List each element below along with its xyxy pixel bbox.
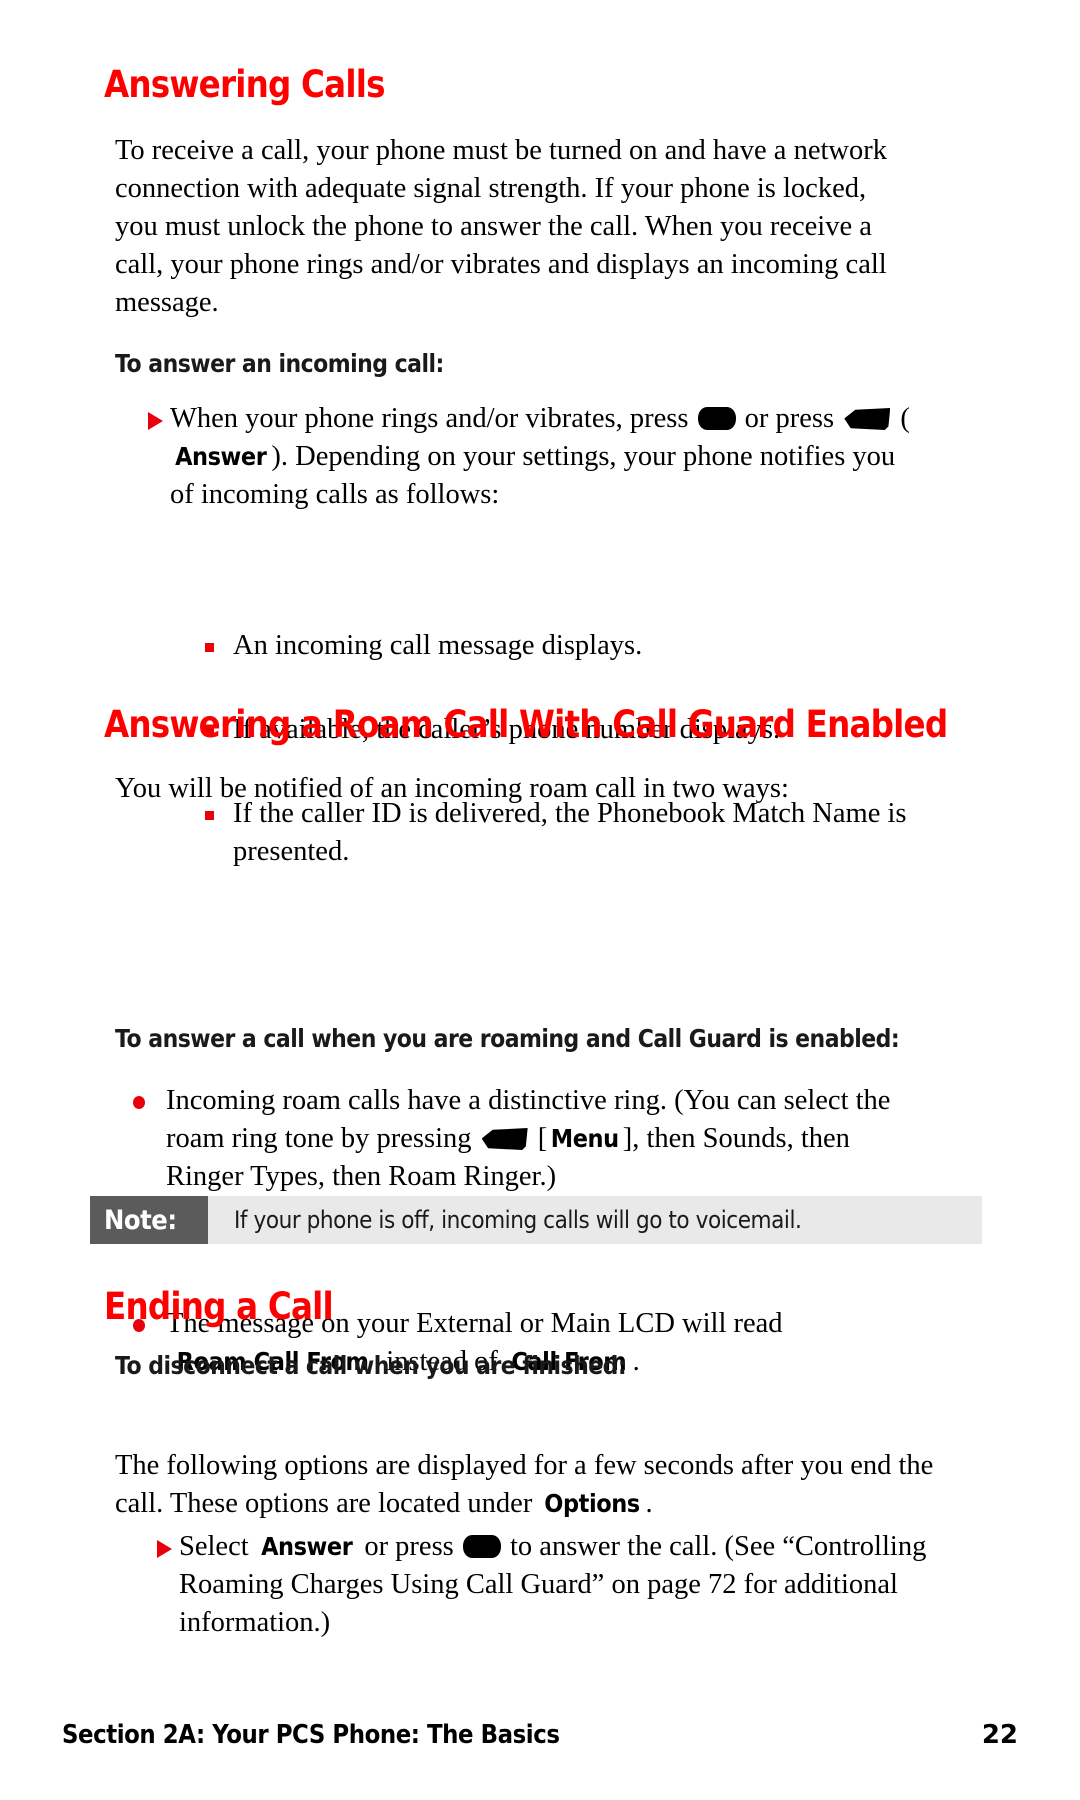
ending-call-paragraph-part1: The following options are displayed for … <box>115 1450 934 1519</box>
square-bullet-icon <box>205 643 214 652</box>
step-text-part3: ( <box>900 403 910 434</box>
talk-key-icon <box>462 1535 501 1558</box>
answering-calls-intro: To receive a call, your phone must be tu… <box>115 135 887 318</box>
triangle-bullet-icon <box>157 1540 172 1558</box>
sub-bullet-text: An incoming call message displays. <box>233 630 643 661</box>
roam-step-part2: or press <box>364 1531 454 1562</box>
page-title-answering-calls: Answering Calls <box>104 63 385 106</box>
softkey-icon <box>844 408 891 430</box>
subheading-to-answer-an-incoming-call: To answer an incoming call: <box>115 349 444 378</box>
square-bullet-icon <box>205 811 214 820</box>
note-label: Note: <box>90 1196 208 1244</box>
roam-call-intro: You will be notified of an incoming roam… <box>115 773 789 804</box>
subheading-to-answer-roaming-call-guard: To answer a call when you are roaming an… <box>115 1024 900 1053</box>
step-text-part1: When your phone rings and/or vibrates, p… <box>170 403 689 434</box>
round-bullet-icon <box>133 1096 145 1109</box>
menu-key-label: Menu <box>551 1124 619 1153</box>
note-box: Note: If your phone is off, incoming cal… <box>90 1196 982 1244</box>
ending-call-paragraph-part2: . <box>645 1488 653 1519</box>
step-text-part4: ). Depending on your settings, your phon… <box>170 441 896 510</box>
talk-key-icon <box>697 407 736 430</box>
roam-step-part1: Select <box>179 1531 249 1562</box>
options-menu-label: Options <box>544 1489 641 1518</box>
softkey-icon <box>481 1128 528 1150</box>
roam-bullet-part2: [ <box>537 1123 548 1154</box>
answer-menu-label: Answer <box>260 1532 353 1561</box>
note-text: If your phone is off, incoming calls wil… <box>234 1206 802 1234</box>
step-text: When your phone rings and/or vibrates, p… <box>148 400 918 514</box>
roam-step-text: Select Answer or press to answer the cal… <box>157 1528 937 1642</box>
page-title-roam-call: Answering a Roam Call With Call Guard En… <box>104 703 948 746</box>
roam-bullet-text: Incoming roam calls have a distinctive r… <box>133 1082 923 1196</box>
ending-call-paragraph: The following options are displayed for … <box>115 1447 945 1523</box>
footer-page-number: 22 <box>981 1720 1018 1750</box>
list-item: When your phone rings and/or vibrates, p… <box>148 400 918 514</box>
answer-softkey-label: Answer <box>175 442 267 471</box>
manual-page: Answering Calls To receive a call, your … <box>0 0 1080 1800</box>
list-item: Select Answer or press to answer the cal… <box>157 1528 937 1642</box>
triangle-bullet-icon <box>148 412 163 430</box>
page-content: Answering Calls To receive a call, your … <box>0 0 1080 1750</box>
list-item: Incoming roam calls have a distinctive r… <box>133 1082 923 1196</box>
page-title-ending-a-call: Ending a Call <box>104 1285 334 1328</box>
step-text-part2: or press <box>744 403 835 434</box>
roam-bullet2-part3: . <box>632 1346 640 1377</box>
footer-section-label: Section 2A: Your PCS Phone: The Basics <box>62 1720 560 1750</box>
list-item: An incoming call message displays. <box>205 627 925 665</box>
subheading-to-disconnect-a-call: To disconnect a call when you are finish… <box>115 1351 627 1380</box>
